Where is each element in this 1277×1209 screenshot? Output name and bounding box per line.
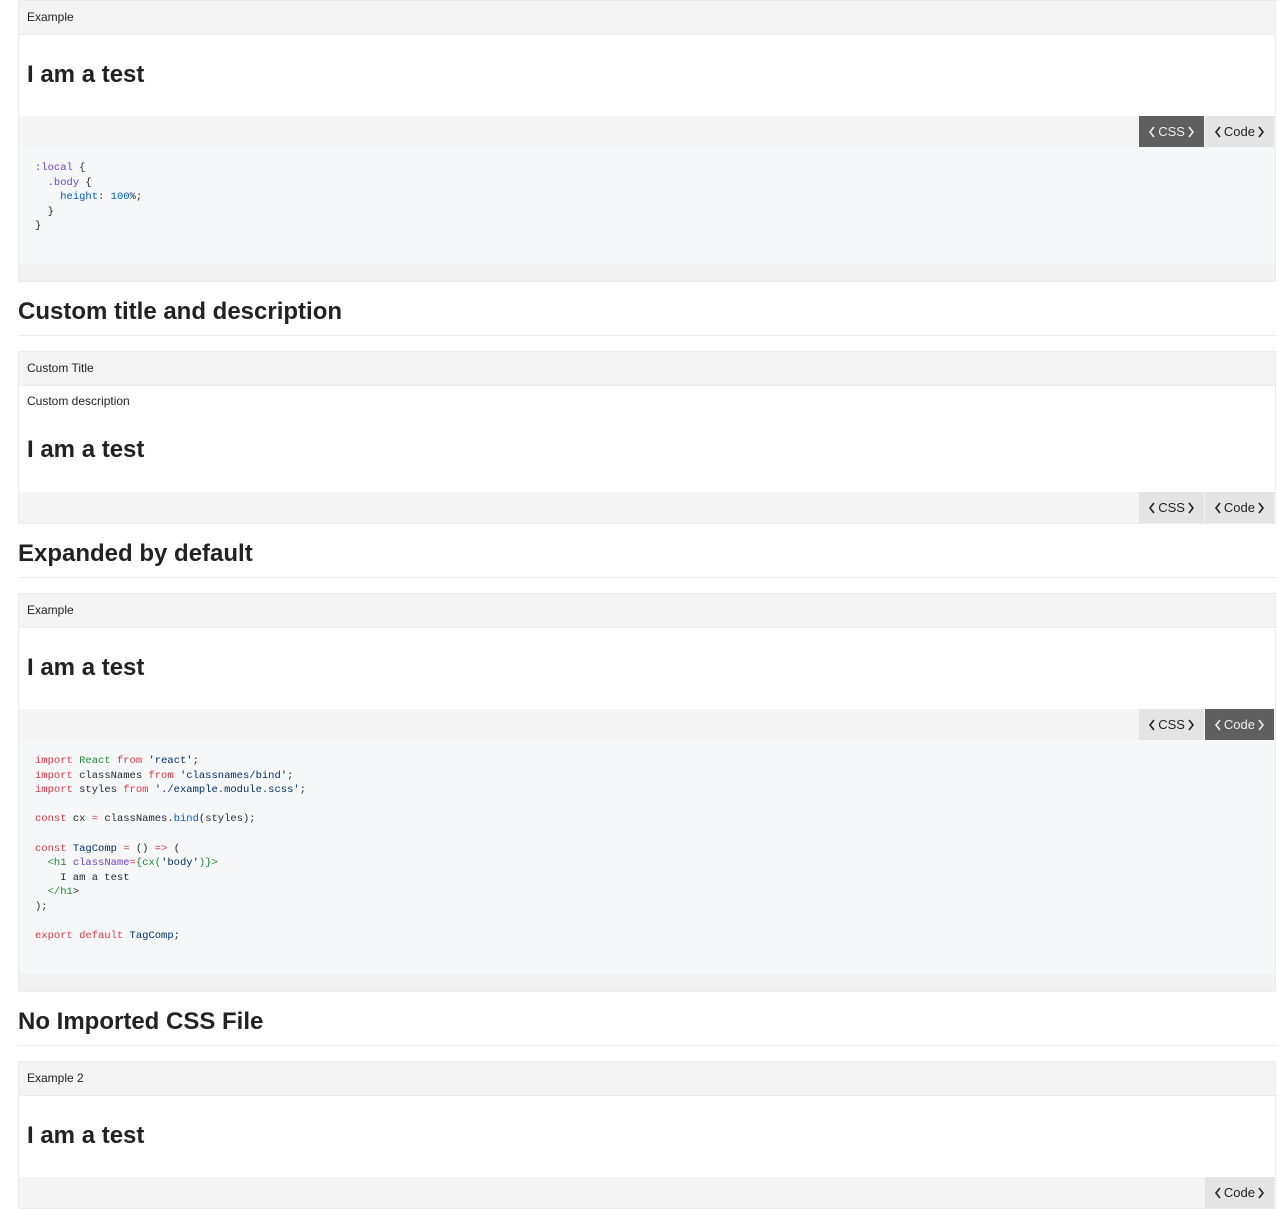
example-preview: Custom description I am a test — [19, 386, 1275, 492]
preview-heading: I am a test — [27, 1122, 145, 1149]
chevron-left-icon — [1214, 502, 1222, 514]
example-preview: I am a test — [19, 35, 1275, 116]
code-line: } — [35, 220, 42, 233]
section-title: Expanded by default — [18, 537, 1276, 578]
code-line: ); — [35, 900, 48, 913]
code-toggle-button[interactable]: Code — [1204, 116, 1274, 147]
code-line: import styles from './example.module.scs… — [35, 784, 307, 797]
chevron-right-icon — [1187, 719, 1195, 731]
code-toggle-button[interactable]: Code — [1204, 1177, 1274, 1208]
example-toolbar: CSS Code — [19, 492, 1275, 523]
example-toolbar: Code — [19, 1177, 1275, 1208]
example-title: Custom Title — [19, 352, 1275, 386]
code-line: I am a test — [35, 871, 130, 884]
chevron-right-icon — [1257, 126, 1265, 138]
code-toggle-button[interactable]: Code — [1204, 709, 1274, 740]
chevron-left-icon — [1148, 719, 1156, 731]
example-title: Example 2 — [19, 1062, 1275, 1096]
example-toolbar: CSS Code — [19, 116, 1275, 147]
code-button-label: Code — [1223, 124, 1255, 139]
css-button-label: CSS — [1158, 500, 1185, 515]
example-panel: Example I am a test CSS Code :local { .b… — [18, 0, 1276, 282]
chevron-left-icon — [1214, 126, 1222, 138]
chevron-left-icon — [1148, 502, 1156, 514]
code-button-label: Code — [1223, 1185, 1255, 1200]
preview-heading: I am a test — [27, 654, 145, 681]
example-panel: Custom Title Custom description I am a t… — [18, 351, 1276, 524]
chevron-right-icon — [1187, 502, 1195, 514]
page: Example I am a test CSS Code :local { .b… — [18, 0, 1276, 1209]
css-button-label: CSS — [1158, 717, 1185, 732]
code-line: import classNames from 'classnames/bind'… — [35, 769, 294, 782]
code-button-label: Code — [1223, 500, 1255, 515]
code-button-label: Code — [1223, 717, 1255, 732]
chevron-right-icon — [1187, 126, 1195, 138]
code-line: .body { — [47, 176, 92, 189]
section-title: Custom title and description — [18, 297, 1276, 336]
example-title: Example — [19, 1, 1275, 35]
example-panel: Example I am a test CSS Code import Reac… — [18, 593, 1276, 992]
code-footer — [19, 264, 1275, 281]
css-toggle-button[interactable]: CSS — [1139, 116, 1204, 147]
code-line: import React from 'react'; — [35, 755, 199, 767]
code-line: const cx = classNames.bind(styles); — [35, 813, 256, 826]
chevron-left-icon — [1214, 719, 1222, 731]
code-line: export default TagComp; — [35, 930, 180, 943]
example-preview: I am a test — [19, 628, 1275, 709]
example-panel: Example 2 I am a test Code — [18, 1061, 1276, 1209]
code-line: :local { — [35, 162, 86, 174]
section-title: No Imported CSS File — [18, 1005, 1276, 1046]
chevron-right-icon — [1257, 719, 1265, 731]
code-line: <h1 className={cx('body')}> — [47, 857, 218, 870]
chevron-left-icon — [1148, 126, 1156, 138]
js-code-block: import React from 'react'; import classN… — [19, 740, 1275, 974]
example-title: Example — [19, 594, 1275, 628]
example-toolbar: CSS Code — [19, 709, 1275, 740]
code-line: height: 100%; — [60, 191, 143, 204]
chevron-right-icon — [1257, 1187, 1265, 1199]
example-preview: I am a test — [19, 1096, 1275, 1177]
css-button-label: CSS — [1158, 124, 1185, 139]
css-code-block: :local { .body { height: 100%; } } — [19, 147, 1275, 264]
code-footer — [19, 974, 1275, 991]
chevron-left-icon — [1214, 1187, 1222, 1199]
code-line: </h1> — [47, 886, 80, 899]
css-toggle-button[interactable]: CSS — [1139, 709, 1204, 740]
preview-heading: I am a test — [27, 436, 145, 463]
css-toggle-button[interactable]: CSS — [1139, 492, 1204, 523]
code-toggle-button[interactable]: Code — [1204, 492, 1274, 523]
preview-heading: I am a test — [27, 61, 145, 88]
chevron-right-icon — [1257, 502, 1265, 514]
example-description: Custom description — [27, 394, 130, 408]
code-line: const TagComp = () => ( — [35, 842, 180, 855]
code-line: } — [35, 205, 54, 218]
